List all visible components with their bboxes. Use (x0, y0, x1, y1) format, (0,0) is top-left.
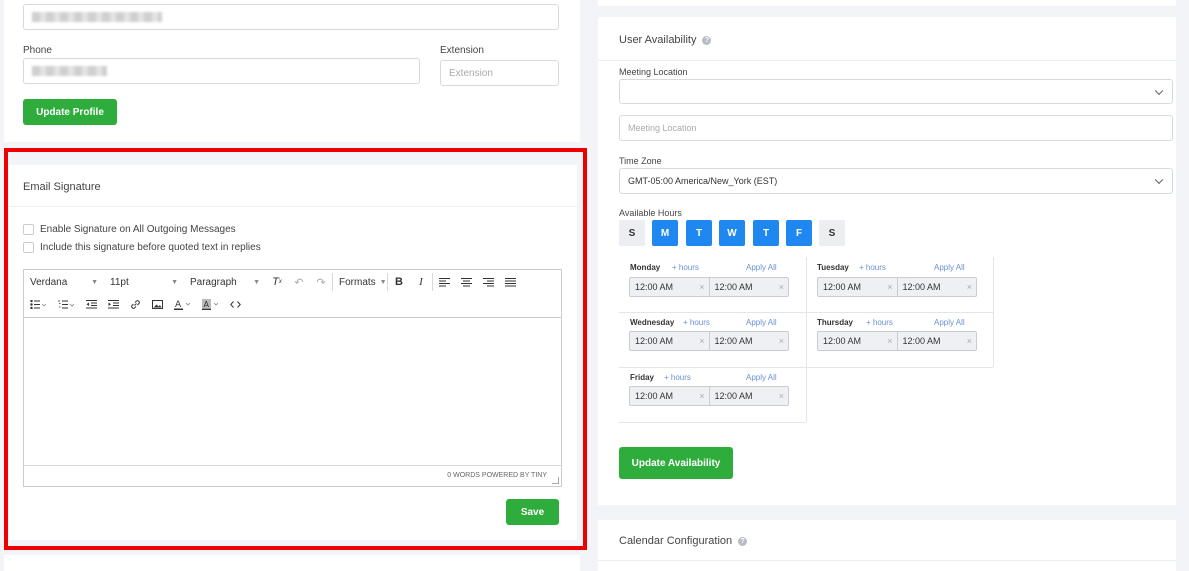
apply-all-link[interactable]: Apply All (934, 263, 965, 272)
end-time-input[interactable]: 12:00 AM × (708, 387, 789, 405)
availability-title: User Availability ? (619, 34, 712, 46)
time-range-tuesday: 12:00 AM × 12:00 AM × (817, 277, 977, 297)
update-availability-button[interactable]: Update Availability (619, 447, 733, 479)
clear-icon[interactable]: × (967, 282, 972, 292)
start-time-value: 12:00 AM (635, 282, 674, 292)
slot-day-thursday: Thursday (817, 318, 854, 327)
name-field[interactable] (23, 4, 559, 30)
clear-icon[interactable]: × (887, 282, 892, 292)
available-hours-label: Available Hours (619, 208, 682, 218)
end-time-value: 12:00 AM (902, 282, 941, 292)
phone-field[interactable] (23, 58, 420, 84)
slot-day-tuesday: Tuesday (817, 263, 849, 272)
calendar-title-text: Calendar Configuration (619, 535, 733, 547)
calendar-title: Calendar Configuration ? (619, 535, 748, 547)
start-time-input[interactable]: 12:00 AM × (818, 332, 897, 350)
apply-all-link[interactable]: Apply All (746, 318, 777, 327)
chevron-down-icon (1154, 175, 1164, 185)
divider (598, 560, 1176, 561)
grid-line (993, 257, 994, 367)
clear-icon[interactable]: × (779, 391, 784, 401)
calendar-configuration-card: Calendar Configuration ? (598, 520, 1176, 571)
end-time-input[interactable]: 12:00 AM × (708, 332, 789, 350)
extension-field[interactable]: Extension (440, 60, 559, 86)
meeting-location-select[interactable] (619, 79, 1173, 104)
redacted-value (32, 66, 107, 76)
clear-icon[interactable]: × (779, 336, 784, 346)
end-time-input[interactable]: 12:00 AM × (896, 332, 977, 350)
time-range-friday: 12:00 AM × 12:00 AM × (629, 386, 789, 406)
apply-all-link[interactable]: Apply All (934, 318, 965, 327)
add-hours-link[interactable]: + hours (859, 263, 886, 272)
divider (598, 60, 1176, 61)
meeting-location-input[interactable]: Meeting Location (619, 115, 1173, 141)
end-time-input[interactable]: 12:00 AM × (896, 278, 977, 296)
slot-day-wednesday: Wednesday (630, 318, 675, 327)
top-card-strip (598, 0, 1176, 6)
profile-card: Phone Extension Extension Update Profile (4, 0, 580, 142)
end-time-value: 12:00 AM (714, 336, 753, 346)
start-time-input[interactable]: 12:00 AM × (630, 387, 709, 405)
time-range-thursday: 12:00 AM × 12:00 AM × (817, 331, 977, 351)
timezone-select[interactable]: GMT-05:00 America/New_York (EST) (619, 168, 1173, 194)
end-time-input[interactable]: 12:00 AM × (708, 278, 789, 296)
end-time-value: 12:00 AM (902, 336, 941, 346)
start-time-input[interactable]: 12:00 AM × (818, 278, 897, 296)
day-toggle-0[interactable]: S (619, 220, 645, 246)
clear-icon[interactable]: × (779, 282, 784, 292)
clear-icon[interactable]: × (699, 282, 704, 292)
next-section-card (4, 555, 580, 571)
availability-title-text: User Availability (619, 34, 697, 46)
day-toggle-5[interactable]: F (786, 220, 812, 246)
user-availability-card: User Availability ? Meeting Location Mee… (598, 17, 1176, 505)
day-toggle-4[interactable]: T (753, 220, 779, 246)
clear-icon[interactable]: × (699, 391, 704, 401)
start-time-value: 12:00 AM (823, 336, 862, 346)
clear-icon[interactable]: × (967, 336, 972, 346)
help-icon[interactable]: ? (702, 35, 712, 45)
start-time-input[interactable]: 12:00 AM × (630, 332, 709, 350)
start-time-value: 12:00 AM (823, 282, 862, 292)
start-time-value: 12:00 AM (635, 391, 674, 401)
chevron-down-icon (1154, 86, 1164, 95)
add-hours-link[interactable]: + hours (683, 318, 710, 327)
clear-icon[interactable]: × (887, 336, 892, 346)
redacted-value (32, 12, 162, 22)
time-range-wednesday: 12:00 AM × 12:00 AM × (629, 331, 789, 351)
add-hours-link[interactable]: + hours (672, 263, 699, 272)
add-hours-link[interactable]: + hours (664, 373, 691, 382)
timezone-label: Time Zone (619, 156, 662, 166)
end-time-value: 12:00 AM (714, 282, 753, 292)
clear-icon[interactable]: × (699, 336, 704, 346)
grid-line (619, 422, 806, 423)
start-time-value: 12:00 AM (635, 336, 674, 346)
day-toggle-2[interactable]: T (686, 220, 712, 246)
apply-all-link[interactable]: Apply All (746, 263, 777, 272)
slot-day-monday: Monday (630, 263, 661, 272)
grid-line (619, 312, 993, 313)
end-time-value: 12:00 AM (714, 391, 753, 401)
start-time-input[interactable]: 12:00 AM × (630, 278, 709, 296)
highlight-box (4, 148, 587, 550)
time-range-monday: 12:00 AM × 12:00 AM × (629, 277, 789, 297)
meeting-location-label: Meeting Location (619, 67, 688, 77)
apply-all-link[interactable]: Apply All (746, 373, 777, 382)
grid-line (806, 257, 807, 422)
extension-label: Extension (440, 45, 484, 56)
help-icon[interactable]: ? (738, 536, 748, 546)
phone-label: Phone (23, 45, 52, 56)
slot-day-friday: Friday (630, 373, 655, 382)
add-hours-link[interactable]: + hours (866, 318, 893, 327)
day-toggle-6[interactable]: S (819, 220, 845, 246)
day-toggle-1[interactable]: M (652, 220, 678, 246)
grid-line (619, 367, 993, 368)
update-profile-button[interactable]: Update Profile (23, 99, 117, 125)
day-toggle-3[interactable]: W (719, 220, 745, 246)
timezone-value: GMT-05:00 America/New_York (EST) (628, 176, 778, 186)
